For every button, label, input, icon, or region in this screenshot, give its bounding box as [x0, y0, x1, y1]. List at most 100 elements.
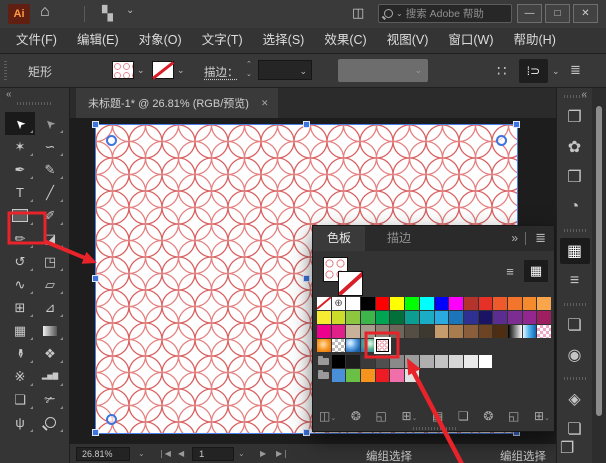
swatch[interactable]: [479, 297, 493, 310]
swatch[interactable]: [405, 311, 419, 324]
stroke-weight-label[interactable]: 描边：: [204, 64, 239, 80]
swatch[interactable]: [537, 297, 551, 310]
swatch[interactable]: [420, 311, 434, 324]
eyedropper-tool[interactable]: ✒: [5, 342, 35, 365]
swatch[interactable]: [390, 297, 404, 310]
menu-item-对象O[interactable]: 对象(O): [129, 28, 192, 53]
swatch[interactable]: [523, 297, 537, 310]
panel-menu-icon[interactable]: ≣: [535, 230, 546, 246]
swatch[interactable]: [435, 355, 449, 368]
selection-center-point[interactable]: [304, 276, 309, 281]
swatch[interactable]: [435, 297, 449, 310]
swatch[interactable]: [361, 325, 375, 338]
swatch[interactable]: [346, 355, 360, 368]
swatch[interactable]: [493, 311, 507, 324]
swatch-libraries-button[interactable]: ◫⌄: [319, 409, 336, 423]
selection-handle-top-right[interactable]: [514, 122, 519, 127]
layers-panel-icon[interactable]: ◈: [560, 386, 590, 412]
swatch[interactable]: [493, 325, 507, 338]
chevron-down-icon[interactable]: ⌄: [552, 66, 560, 77]
swatch[interactable]: [479, 355, 493, 368]
type-tool[interactable]: T: [5, 181, 35, 204]
swatch[interactable]: [376, 325, 390, 338]
menu-item-视图V[interactable]: 视图(V): [377, 28, 439, 53]
menu-item-文字T[interactable]: 文字(T): [192, 28, 253, 53]
transparency-panel-icon[interactable]: ◉: [560, 342, 590, 368]
maximize-button[interactable]: □: [545, 4, 570, 23]
selection-handle-bottom-left[interactable]: [93, 430, 98, 435]
menu-item-选择S[interactable]: 选择(S): [253, 28, 315, 53]
expand-panels-icon[interactable]: «: [581, 89, 587, 100]
swatch[interactable]: [361, 311, 375, 324]
panel-grip[interactable]: [564, 229, 586, 232]
swatch-grado[interactable]: [317, 339, 331, 352]
add-to-library-button[interactable]: ◱: [376, 409, 387, 423]
shape-builder-tool[interactable]: ⊞: [5, 296, 35, 319]
new-swatch-button[interactable]: ◱: [508, 409, 519, 423]
swatch[interactable]: [346, 297, 360, 310]
properties-panel-icon[interactable]: ❐: [560, 104, 590, 130]
libraries-panel-icon[interactable]: ❒: [560, 164, 590, 190]
swatch[interactable]: [449, 325, 463, 338]
swatch[interactable]: [464, 325, 478, 338]
swatch[interactable]: [464, 311, 478, 324]
color-group-folder-icon[interactable]: [317, 369, 331, 382]
collapse-panel-icon[interactable]: «: [6, 89, 12, 100]
live-corner-widget[interactable]: [496, 135, 507, 146]
zoom-level-box[interactable]: 26.81%: [76, 447, 130, 461]
panel-grip[interactable]: [564, 377, 586, 380]
home-icon[interactable]: ⌂: [40, 3, 50, 21]
close-button[interactable]: ✕: [573, 4, 598, 23]
chevron-down-icon[interactable]: ⌄: [138, 449, 145, 458]
swatch[interactable]: [508, 297, 522, 310]
color-group-folder-icon[interactable]: [317, 355, 331, 368]
list-view-button[interactable]: ≡: [498, 260, 522, 282]
paintbrush-tool[interactable]: ✐: [35, 204, 65, 227]
magic-wand-tool[interactable]: ✶: [5, 135, 35, 158]
stroke-proxy-swatch[interactable]: [338, 271, 363, 296]
scale-tool[interactable]: ◳: [35, 250, 65, 273]
swatch[interactable]: [508, 311, 522, 324]
shaper-tool[interactable]: ✏: [5, 227, 35, 250]
swatch[interactable]: [390, 325, 404, 338]
swatch[interactable]: [493, 297, 507, 310]
swatch[interactable]: [435, 325, 449, 338]
swatch[interactable]: [479, 325, 493, 338]
panel-grip[interactable]: [17, 102, 53, 105]
rectangle-tool[interactable]: [5, 204, 35, 227]
swatch-bluesky[interactable]: [346, 339, 360, 352]
fill-color-swatch[interactable]: [112, 61, 134, 79]
swatch-gradbw[interactable]: [508, 325, 522, 338]
selection-handle-bottom-center[interactable]: [304, 430, 309, 435]
stroke-weight-stepper[interactable]: ⌃⌄: [246, 60, 252, 80]
last-artboard-icon[interactable]: ▶❘: [276, 449, 289, 458]
gradient-panel-icon[interactable]: ◔: [560, 194, 590, 220]
menu-item-文件F[interactable]: 文件(F): [6, 28, 67, 53]
swatch[interactable]: [346, 311, 360, 324]
previous-artboard-icon[interactable]: ◀: [178, 449, 184, 458]
gradient-tool[interactable]: [35, 319, 65, 342]
grid-view-button[interactable]: ▦: [524, 260, 548, 282]
swatch[interactable]: [464, 355, 478, 368]
align-options-icon[interactable]: ∷: [497, 62, 506, 80]
panel-grip[interactable]: [4, 61, 7, 81]
blend-tool[interactable]: ❖: [35, 342, 65, 365]
swatch-selected-pattern[interactable]: [376, 339, 390, 352]
artboard-number-box[interactable]: 1: [192, 447, 234, 461]
first-artboard-icon[interactable]: ❘◀: [158, 449, 171, 458]
swatch[interactable]: [346, 369, 360, 382]
menu-item-编辑E[interactable]: 编辑(E): [67, 28, 129, 53]
swatch[interactable]: [420, 325, 434, 338]
chevron-down-icon[interactable]: ⌄: [177, 65, 185, 76]
close-tab-icon[interactable]: ✕: [261, 98, 269, 109]
swatch[interactable]: [464, 297, 478, 310]
slice-tool[interactable]: ✃: [35, 388, 65, 411]
lasso-tool[interactable]: ∽: [35, 135, 65, 158]
tab-swatches[interactable]: 色板: [313, 226, 365, 251]
swatch[interactable]: [346, 325, 360, 338]
swatch[interactable]: [405, 355, 419, 368]
direct-selection-tool[interactable]: ➤: [35, 112, 65, 135]
swatch[interactable]: [390, 311, 404, 324]
swatch-bluegreen[interactable]: [361, 339, 375, 352]
curvature-tool[interactable]: ✎: [35, 158, 65, 181]
